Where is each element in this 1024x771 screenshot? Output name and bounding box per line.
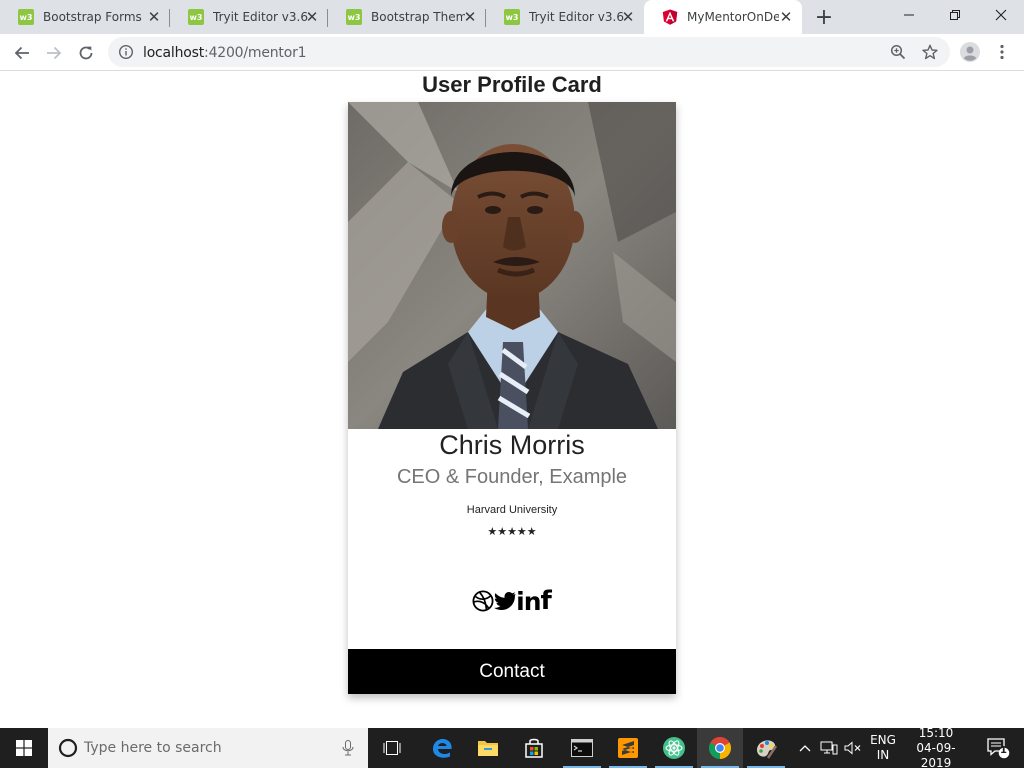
tab-title: Tryit Editor v3.6	[213, 10, 308, 24]
w3schools-icon: w3	[188, 9, 204, 25]
browser-tab[interactable]: w3 Tryit Editor v3.6 ✕	[170, 0, 328, 34]
profile-avatar-icon[interactable]	[958, 40, 982, 64]
tab-title: Bootstrap Theme	[371, 10, 465, 24]
profile-photo	[348, 102, 676, 429]
network-icon[interactable]	[818, 728, 840, 768]
back-arrow-icon	[14, 46, 29, 60]
edge-icon[interactable]	[419, 728, 465, 768]
restore-button[interactable]	[932, 0, 978, 30]
linkedin-icon[interactable]: in	[516, 587, 541, 616]
action-center-icon[interactable]: 1	[978, 728, 1018, 768]
language-code: ENG	[870, 733, 896, 747]
address-bar[interactable]: localhost:4200/mentor1	[108, 37, 950, 67]
browser-tab[interactable]: w3 Bootstrap Forms ✕	[0, 0, 170, 34]
paint-icon[interactable]	[743, 728, 789, 768]
close-tab-icon[interactable]: ✕	[778, 9, 794, 26]
browser-tab[interactable]: w3 Tryit Editor v3.6 ✕	[486, 0, 644, 34]
dribbble-icon[interactable]	[472, 587, 494, 615]
show-hidden-icons-chevron-icon[interactable]	[796, 728, 814, 768]
close-icon	[995, 9, 1007, 21]
menu-kebab-icon[interactable]	[990, 40, 1014, 64]
page-title: User Profile Card	[422, 72, 602, 97]
file-explorer-icon[interactable]	[465, 728, 511, 768]
atom-icon[interactable]	[651, 728, 697, 768]
url-path: :4200/mentor1	[204, 45, 307, 61]
close-tab-icon[interactable]: ✕	[620, 9, 636, 26]
notification-count: 1	[1000, 745, 1007, 756]
language-region: IN	[876, 748, 890, 762]
rating-stars: ★★★★★	[487, 525, 537, 538]
cortana-icon	[58, 738, 78, 758]
angular-icon	[662, 9, 678, 25]
info-icon[interactable]	[118, 44, 134, 65]
microphone-icon[interactable]	[342, 740, 354, 756]
taskbar-search-box[interactable]: Type here to search	[48, 728, 368, 768]
clock[interactable]: 15:10 04-09-2019	[904, 725, 968, 770]
minimize-button[interactable]	[886, 0, 932, 30]
forward-button[interactable]	[40, 39, 68, 67]
twitter-icon[interactable]	[494, 587, 516, 615]
close-tab-icon[interactable]: ✕	[304, 9, 320, 26]
new-tab-button[interactable]: +	[812, 5, 836, 30]
close-tab-icon[interactable]: ✕	[462, 9, 478, 26]
w3schools-icon: w3	[18, 9, 34, 25]
browser-toolbar: localhost:4200/mentor1	[0, 34, 1024, 71]
facebook-icon[interactable]: f	[541, 586, 552, 616]
windows-taskbar: Type here to search ENG IN 15:10 04-09-2…	[0, 725, 1024, 770]
social-links: in f	[348, 586, 676, 616]
chrome-icon[interactable]	[697, 728, 743, 768]
task-view-icon[interactable]	[369, 728, 415, 768]
store-icon[interactable]	[511, 728, 557, 768]
search-placeholder: Type here to search	[84, 740, 222, 756]
tab-title: MyMentorOnDem	[687, 10, 779, 24]
start-button[interactable]	[0, 728, 48, 768]
zoom-icon[interactable]	[886, 40, 910, 64]
sublime-icon[interactable]	[605, 728, 651, 768]
back-button[interactable]	[8, 39, 36, 67]
page-content: User Profile Card Chris Morris CEO & Fou…	[0, 71, 1024, 728]
tab-title: Tryit Editor v3.6	[529, 10, 624, 24]
terminal-icon[interactable]	[559, 728, 605, 768]
reload-icon	[79, 46, 93, 60]
profile-school: Harvard University	[466, 504, 558, 516]
browser-tab-strip: w3 Bootstrap Forms ✕ w3 Tryit Editor v3.…	[0, 0, 1024, 34]
browser-tab-active[interactable]: MyMentorOnDem ✕	[644, 0, 802, 34]
w3schools-icon: w3	[504, 9, 520, 25]
profile-role: CEO & Founder, Example	[396, 466, 628, 488]
close-window-button[interactable]	[978, 0, 1024, 30]
windows-logo-icon	[16, 740, 32, 756]
bookmark-star-icon[interactable]	[918, 40, 942, 64]
w3schools-icon: w3	[346, 9, 362, 25]
minimize-icon	[904, 14, 914, 16]
forward-arrow-icon	[47, 46, 62, 60]
language-indicator[interactable]: ENG IN	[866, 728, 900, 768]
contact-button[interactable]: Contact	[348, 649, 676, 694]
profile-card: Chris Morris CEO & Founder, Example Harv…	[348, 102, 676, 694]
restore-icon	[950, 10, 960, 20]
clock-time: 15:10	[918, 725, 954, 740]
tab-title: Bootstrap Forms	[43, 10, 142, 24]
close-tab-icon[interactable]: ✕	[146, 9, 162, 26]
profile-name: Chris Morris	[439, 430, 585, 460]
clock-date: 04-09-2019	[916, 740, 956, 770]
url-text: localhost:4200/mentor1	[143, 45, 307, 61]
browser-tab[interactable]: w3 Bootstrap Theme ✕	[328, 0, 486, 34]
volume-muted-icon[interactable]	[842, 728, 864, 768]
reload-button[interactable]	[72, 39, 100, 67]
url-host: localhost	[143, 45, 205, 61]
